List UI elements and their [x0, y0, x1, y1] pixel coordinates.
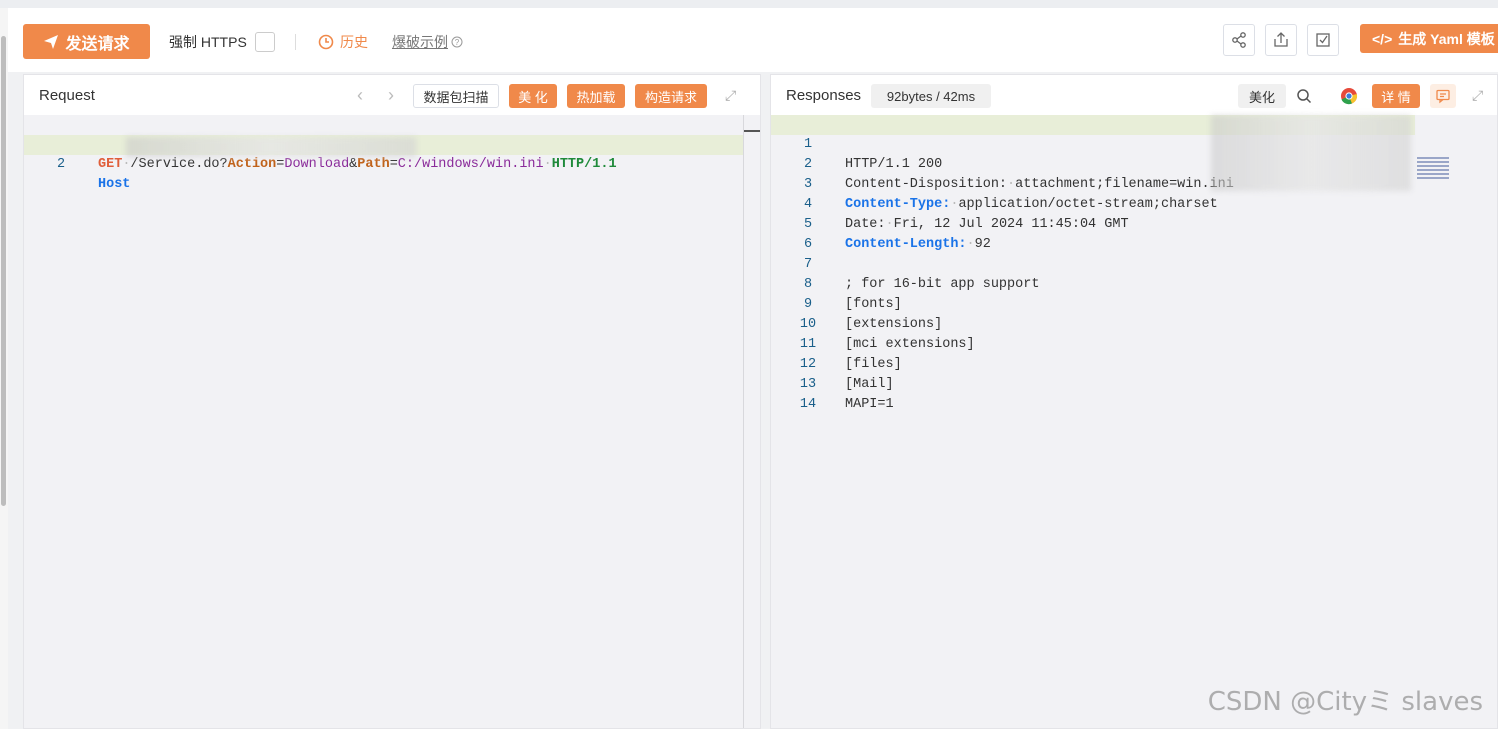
response-line: 11 [files] — [771, 315, 1497, 372]
export-icon — [1274, 32, 1288, 47]
share-icon — [1232, 32, 1246, 48]
response-line: 14 — [771, 375, 1497, 412]
bruteforce-example-label: 爆破示例 — [392, 34, 448, 50]
response-line: 13 MAPI=1 — [771, 355, 1497, 412]
response-line: 6 — [771, 215, 1497, 252]
help-icon: ? — [451, 36, 463, 48]
query-param-action: Action — [227, 157, 277, 172]
request-editor-scrollbar[interactable] — [743, 115, 760, 728]
request-panel-header: Request ‹ › 数据包扫描 美 化 热加载 构造请求 ⤢ — [24, 75, 760, 115]
response-beautify-button[interactable]: 美化 — [1238, 84, 1286, 108]
chrome-icon — [1341, 88, 1358, 105]
response-meta-badge: 92bytes / 42ms — [871, 84, 991, 108]
send-request-button[interactable]: 发送请求 — [23, 24, 150, 59]
force-https-checkbox[interactable] — [255, 32, 275, 52]
checklist-icon — [1316, 33, 1330, 47]
query-param-path: Path — [357, 157, 390, 172]
response-line: 7 ; for 16-bit app support — [771, 235, 1497, 292]
host-header-key: Host — [98, 177, 131, 192]
redacted-response-blur — [1211, 115, 1411, 191]
generate-yaml-button[interactable]: </> 生成 Yaml 模板 — [1360, 24, 1498, 53]
window-top-strip — [0, 0, 1498, 8]
history-label: 历史 — [340, 34, 368, 50]
query-value-path: C:/windows/win.ini — [397, 157, 544, 172]
response-line: 8 [fonts] — [771, 255, 1497, 312]
comment-button[interactable] — [1430, 84, 1456, 108]
bruteforce-example-link[interactable]: 爆破示例 ? — [392, 32, 463, 52]
top-toolbar: 发送请求 强制 HTTPS 历史 爆破示例 ? </> 生成 Yaml 模板 — [8, 8, 1498, 72]
line-number: 14 — [799, 397, 817, 412]
response-search-button[interactable] — [1292, 84, 1316, 108]
request-path: /Service.do? — [130, 157, 228, 172]
history-button[interactable]: 历史 — [318, 32, 368, 52]
response-line: 12 [Mail] — [771, 335, 1497, 392]
generate-yaml-label: 生成 Yaml 模板 — [1398, 30, 1495, 47]
hot-load-button[interactable]: 热加载 — [567, 84, 625, 108]
response-minimap[interactable] — [1417, 157, 1449, 187]
send-icon — [44, 34, 59, 49]
body-text: MAPI=1 — [845, 397, 894, 412]
construct-request-button[interactable]: 构造请求 — [635, 84, 707, 108]
chevron-left-icon[interactable]: ‹ — [357, 85, 363, 106]
packet-scan-button[interactable]: 数据包扫描 — [413, 84, 499, 108]
open-in-chrome-button[interactable] — [1337, 84, 1361, 108]
search-icon — [1297, 89, 1312, 104]
response-line: 5 Content-Length:·92 — [771, 195, 1497, 252]
force-https-label: 强制 HTTPS — [169, 34, 247, 50]
line-number: 2 — [56, 157, 66, 172]
comment-icon — [1436, 89, 1450, 104]
csdn-watermark: CSDN @Cityミ slaves — [1207, 687, 1483, 717]
page-scrollbar[interactable] — [0, 8, 8, 729]
equals-sign: = — [389, 157, 398, 172]
response-line: 10 [mci extensions] — [771, 295, 1497, 352]
request-panel: Request ‹ › 数据包扫描 美 化 热加载 构造请求 ⤢ 1 GET·/… — [23, 74, 761, 729]
clock-icon — [318, 34, 334, 50]
query-value-download: Download — [284, 157, 350, 172]
request-beautify-button[interactable]: 美 化 — [509, 84, 557, 108]
http-version: HTTP/1.1 — [551, 157, 617, 172]
request-editor[interactable]: 1 GET·/Service.do?Action=Download&Path=C… — [24, 115, 760, 728]
response-editor[interactable]: 1 HTTP/1.1 200 2 Content-Disposition:·at… — [771, 115, 1497, 728]
export-button[interactable] — [1265, 24, 1297, 56]
checklist-button[interactable] — [1307, 24, 1339, 56]
share-button[interactable] — [1223, 24, 1255, 56]
request-line: 1 GET·/Service.do?Action=Download&Path=C… — [24, 115, 760, 172]
response-line: 9 [extensions] — [771, 275, 1497, 332]
toolbar-divider — [295, 34, 296, 50]
svg-text:?: ? — [455, 38, 460, 47]
request-fullscreen-icon[interactable]: ⤢ — [725, 87, 736, 104]
response-panel: Responses 92bytes / 42ms 美化 详 情 ⤢ 1 HTTP… — [770, 74, 1498, 729]
http-method: GET — [98, 157, 123, 172]
send-request-label: 发送请求 — [65, 35, 130, 53]
page-scrollbar-thumb[interactable] — [1, 36, 6, 506]
response-panel-header: Responses 92bytes / 42ms 美化 详 情 ⤢ — [771, 75, 1497, 115]
redacted-host-blur — [126, 137, 416, 157]
code-icon: </> — [1372, 30, 1393, 47]
response-fullscreen-icon[interactable]: ⤢ — [1472, 87, 1483, 104]
request-title: Request — [39, 87, 95, 104]
chevron-right-icon[interactable]: › — [388, 85, 394, 106]
response-title: Responses — [786, 87, 862, 104]
response-details-button[interactable]: 详 情 — [1372, 84, 1420, 108]
